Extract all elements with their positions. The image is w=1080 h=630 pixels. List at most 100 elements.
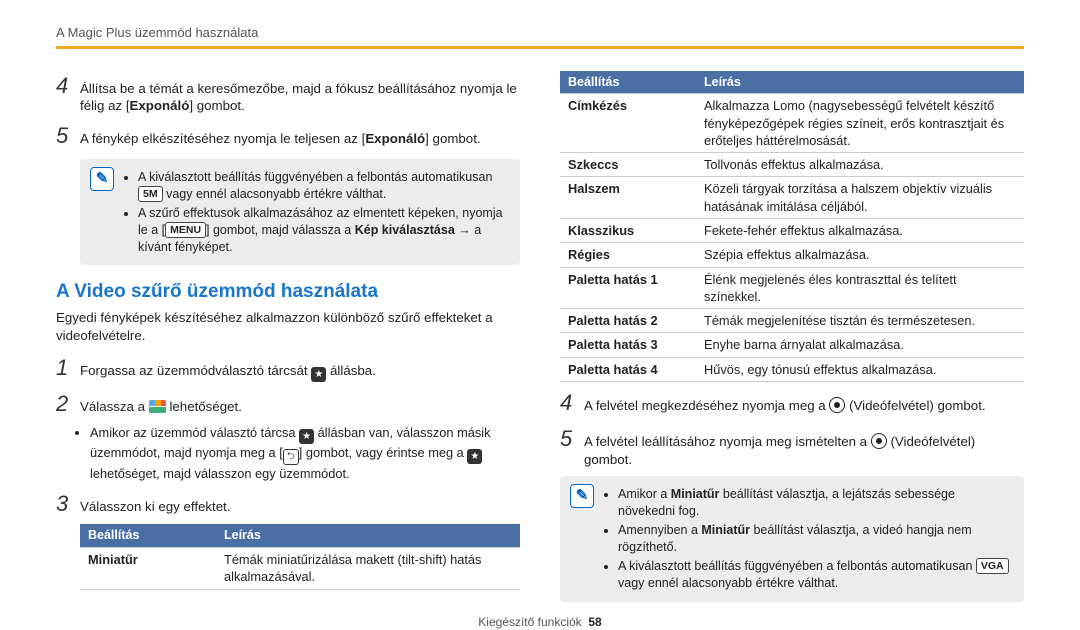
note-item: A kiválasztott beállítás függvényében a … — [618, 558, 1014, 592]
section-subtitle: Egyedi fényképek készítéséhez alkalmazzo… — [56, 309, 520, 345]
step-1: 1 Forgassa az üzemmódválasztó tárcsát ★ … — [56, 353, 520, 383]
option-name: Paletta hatás 2 — [560, 309, 696, 333]
step-text: Válassza a lehetőséget. — [80, 398, 520, 416]
step-4: 4 Állítsa be a témát a keresőmezőbe, maj… — [56, 71, 520, 116]
step-text: Forgassa az üzemmódválasztó tárcsát ★ ál… — [80, 362, 520, 382]
step-number: 5 — [560, 424, 584, 454]
option-desc: Tollvonás effektus alkalmazása. — [696, 153, 1024, 177]
option-name: Halszem — [560, 177, 696, 219]
step-3: 3 Válasszon ki egy effektet. — [56, 489, 520, 519]
table-row: KlasszikusFekete-fehér effektus alkalmaz… — [560, 219, 1024, 243]
filter-option-icon — [149, 400, 166, 413]
text: lehetőséget. — [166, 399, 242, 414]
table-row: Paletta hatás 1Élénk megjelenés éles kon… — [560, 267, 1024, 309]
text: Forgassa az üzemmódválasztó tárcsát — [80, 363, 311, 378]
step-text: A fénykép elkészítéséhez nyomja le telje… — [80, 130, 520, 148]
options-table-left: Beállítás Leírás Miniatűr Témák miniatűr… — [80, 524, 520, 589]
table-row: HalszemKözeli tárgyak torzítása a halsze… — [560, 177, 1024, 219]
text: állásba. — [326, 363, 376, 378]
page-title: A Magic Plus üzemmód használata — [56, 24, 1024, 49]
table-row: Paletta hatás 3Enyhe barna árnyalat alka… — [560, 333, 1024, 357]
step-number: 2 — [56, 389, 80, 419]
step-5: 5 A fénykép elkészítéséhez nyomja le tel… — [56, 121, 520, 151]
step-number: 3 — [56, 489, 80, 519]
table-header: Beállítás — [560, 71, 696, 94]
menu-button-icon: MENU — [165, 222, 206, 238]
text: vagy ennél alacsonyabb értékre válthat. — [163, 187, 387, 201]
step-number: 4 — [560, 388, 584, 418]
record-button-icon — [871, 433, 887, 449]
text: Amikor a — [618, 487, 671, 501]
table-row: RégiesSzépia effektus alkalmazása. — [560, 243, 1024, 267]
text: ] gombot. — [425, 131, 480, 146]
table-header: Leírás — [696, 71, 1024, 94]
step-number: 1 — [56, 353, 80, 383]
option-desc: Fekete-fehér effektus alkalmazása. — [696, 219, 1024, 243]
note-icon: ✎ — [570, 484, 594, 508]
step-text: Állítsa be a témát a keresőmezőbe, majd … — [80, 80, 520, 116]
bold: Exponáló — [130, 98, 190, 113]
section-title: A Video szűrő üzemmód használata — [56, 279, 520, 305]
text: Amikor az üzemmód választó tárcsa — [90, 425, 299, 440]
step-5r: 5 A felvétel leállításához nyomja meg is… — [560, 424, 1024, 469]
resolution-icon: VGA — [976, 558, 1009, 574]
text: A fénykép elkészítéséhez nyomja le telje… — [80, 131, 365, 146]
step-text: A felvétel leállításához nyomja meg ismé… — [584, 433, 1024, 469]
step-2: 2 Válassza a lehetőséget. — [56, 389, 520, 419]
left-column: 4 Állítsa be a témát a keresőmezőbe, maj… — [56, 65, 520, 610]
page-number: 58 — [588, 615, 601, 629]
mode-dial-icon: ★ — [299, 429, 314, 444]
note-item: Amennyiben a Miniatűr beállítást választ… — [618, 522, 1014, 556]
table-row: CímkézésAlkalmazza Lomo (nagysebességű f… — [560, 94, 1024, 153]
record-button-icon — [829, 397, 845, 413]
mode-dial-icon: ★ — [467, 449, 482, 464]
page-footer: Kiegészítő funkciók 58 — [56, 614, 1024, 630]
option-name: Szkeccs — [560, 153, 696, 177]
option-name: Miniatűr — [80, 548, 216, 590]
bold: Miniatűr — [701, 523, 750, 537]
text: Válassza a — [80, 399, 149, 414]
step-number: 5 — [56, 121, 80, 151]
option-desc: Témák miniatűrizálása makett (tilt-shift… — [216, 548, 520, 590]
text: A felvétel megkezdéséhez nyomja meg a — [584, 398, 829, 413]
text: ] gombot, vagy érintse meg a — [299, 445, 468, 460]
right-column: Beállítás Leírás CímkézésAlkalmazza Lomo… — [560, 65, 1024, 610]
text: vagy ennél alacsonyabb értékre válthat. — [618, 576, 838, 590]
option-desc: Szépia effektus alkalmazása. — [696, 243, 1024, 267]
resolution-icon: 5M — [138, 186, 163, 202]
note-icon: ✎ — [90, 167, 114, 191]
option-name: Paletta hatás 3 — [560, 333, 696, 357]
text: Amennyiben a — [618, 523, 701, 537]
step-text: Válasszon ki egy effektet. — [80, 498, 520, 516]
options-table-right: Beállítás Leírás CímkézésAlkalmazza Lomo… — [560, 71, 1024, 382]
note-item: A kiválasztott beállítás függvényében a … — [138, 169, 510, 203]
table-header-row: Beállítás Leírás — [80, 524, 520, 547]
text: A felvétel leállításához nyomja meg ismé… — [584, 434, 871, 449]
mode-dial-icon: ★ — [311, 367, 326, 382]
table-header-row: Beállítás Leírás — [560, 71, 1024, 94]
option-desc: Közeli tárgyak torzítása a halszem objek… — [696, 177, 1024, 219]
option-desc: Témák megjelenítése tisztán és természet… — [696, 309, 1024, 333]
bold: Kép kiválasztása — [355, 223, 455, 237]
option-desc: Hűvös, egy tónusú effektus alkalmazása. — [696, 357, 1024, 381]
sub-bullets: Amikor az üzemmód választó tárcsa ★ állá… — [76, 424, 520, 482]
table-row: Paletta hatás 2Témák megjelenítése tiszt… — [560, 309, 1024, 333]
bold: Miniatűr — [671, 487, 720, 501]
table-header: Leírás — [216, 524, 520, 547]
table-row: SzkeccsTollvonás effektus alkalmazása. — [560, 153, 1024, 177]
page: A Magic Plus üzemmód használata 4 Állíts… — [0, 0, 1080, 630]
text: ] gombot, majd válassza a — [206, 223, 355, 237]
note-list: Amikor a Miniatűr beállítást választja, … — [604, 484, 1014, 593]
note-box: ✎ A kiválasztott beállítás függvényében … — [80, 159, 520, 265]
option-desc: Alkalmazza Lomo (nagysebességű felvételt… — [696, 94, 1024, 153]
bold: Exponáló — [365, 131, 425, 146]
text: lehetőséget, majd válasszon egy üzemmódo… — [90, 466, 350, 481]
text: A kiválasztott beállítás függvényében a … — [138, 170, 492, 184]
step-text: A felvétel megkezdéséhez nyomja meg a (V… — [584, 397, 1024, 415]
option-name: Címkézés — [560, 94, 696, 153]
option-name: Paletta hatás 1 — [560, 267, 696, 309]
text: (Videófelvétel) gombot. — [845, 398, 985, 413]
option-desc: Élénk megjelenés éles kontraszttal és te… — [696, 267, 1024, 309]
back-button-icon: ⮌ — [283, 449, 299, 465]
option-name: Paletta hatás 4 — [560, 357, 696, 381]
